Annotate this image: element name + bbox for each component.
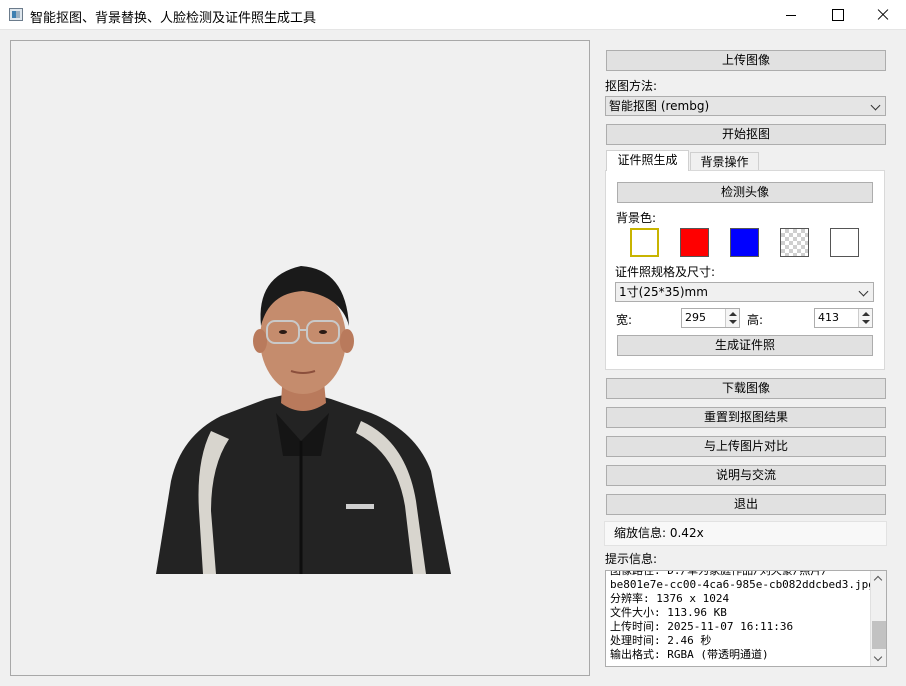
log-textbox[interactable]: 图像路径: D:/草为家庭作品/刘天豪/照片/ be801e7e-cc00-4c… xyxy=(605,570,887,667)
swatch-red[interactable] xyxy=(680,228,709,257)
width-value: 295 xyxy=(685,311,706,324)
person-photo xyxy=(156,266,451,574)
start-matting-button[interactable]: 开始抠图 xyxy=(606,124,886,145)
minimize-icon[interactable] xyxy=(768,0,814,30)
help-button[interactable]: 说明与交流 xyxy=(606,465,886,486)
swatch-transparent[interactable] xyxy=(780,228,809,257)
matting-method-select[interactable]: 智能抠图 (rembg) xyxy=(605,96,886,116)
swatch-white[interactable] xyxy=(830,228,859,257)
title-bar: 智能抠图、背景替换、人脸检测及证件照生成工具 xyxy=(0,0,906,30)
spec-label: 证件照规格及尺寸: xyxy=(615,265,716,279)
generate-id-photo-button[interactable]: 生成证件照 xyxy=(617,335,873,356)
log-line: 分辨率: 1376 x 1024 xyxy=(610,592,730,605)
matting-method-label: 抠图方法: xyxy=(605,79,658,93)
window-title: 智能抠图、背景替换、人脸检测及证件照生成工具 xyxy=(30,11,317,26)
height-label: 高: xyxy=(747,313,764,327)
scroll-up-icon[interactable] xyxy=(873,575,883,585)
width-label: 宽: xyxy=(616,313,633,327)
log-line: 文件大小: 113.96 KB xyxy=(610,606,727,619)
scroll-down-icon[interactable] xyxy=(873,652,883,662)
scroll-thumb[interactable] xyxy=(872,621,886,649)
spin-arrows-icon[interactable] xyxy=(725,309,739,327)
spec-value: 1寸(25*35)mm xyxy=(619,285,708,299)
reset-button[interactable]: 重置到抠图结果 xyxy=(606,407,886,428)
log-line: 处理时间: 2.46 秒 xyxy=(610,634,712,647)
width-spinbox[interactable]: 295 xyxy=(681,308,740,328)
swatch-white-selected[interactable] xyxy=(630,228,659,257)
log-line: 上传时间: 2025-11-07 16:11:36 xyxy=(610,620,794,633)
zoom-info: 缩放信息: 0.42x xyxy=(604,521,887,546)
spin-arrows-icon[interactable] xyxy=(858,309,872,327)
log-label: 提示信息: xyxy=(605,552,658,566)
bg-color-label: 背景色: xyxy=(616,211,657,225)
chevron-down-icon xyxy=(858,286,869,297)
log-line: be801e7e-cc00-4ca6-985e-cb082ddcbed3.jpg xyxy=(610,578,875,591)
swatch-blue[interactable] xyxy=(730,228,759,257)
height-spinbox[interactable]: 413 xyxy=(814,308,873,328)
maximize-icon[interactable] xyxy=(814,0,860,30)
upload-button[interactable]: 上传图像 xyxy=(606,50,886,71)
matting-method-value: 智能抠图 (rembg) xyxy=(609,99,710,113)
download-button[interactable]: 下载图像 xyxy=(606,378,886,399)
compare-button[interactable]: 与上传图片对比 xyxy=(606,436,886,457)
height-value: 413 xyxy=(818,311,839,324)
tab-background[interactable]: 背景操作 xyxy=(690,152,759,172)
spec-select[interactable]: 1寸(25*35)mm xyxy=(615,282,874,302)
close-icon[interactable] xyxy=(860,0,906,30)
exit-button[interactable]: 退出 xyxy=(606,494,886,515)
tab-id-photo[interactable]: 证件照生成 xyxy=(606,150,689,171)
app-icon xyxy=(9,8,23,21)
log-line: 图像路径: D:/草为家庭作品/刘天豪/照片/ xyxy=(610,570,828,577)
log-scrollbar[interactable] xyxy=(870,571,886,666)
detect-head-button[interactable]: 检测头像 xyxy=(617,182,873,203)
chevron-down-icon xyxy=(870,100,881,111)
log-line: 输出格式: RGBA (带透明通道) xyxy=(610,648,769,661)
log-text: 图像路径: D:/草为家庭作品/刘天豪/照片/ be801e7e-cc00-4c… xyxy=(610,570,875,662)
image-canvas[interactable] xyxy=(10,40,590,676)
